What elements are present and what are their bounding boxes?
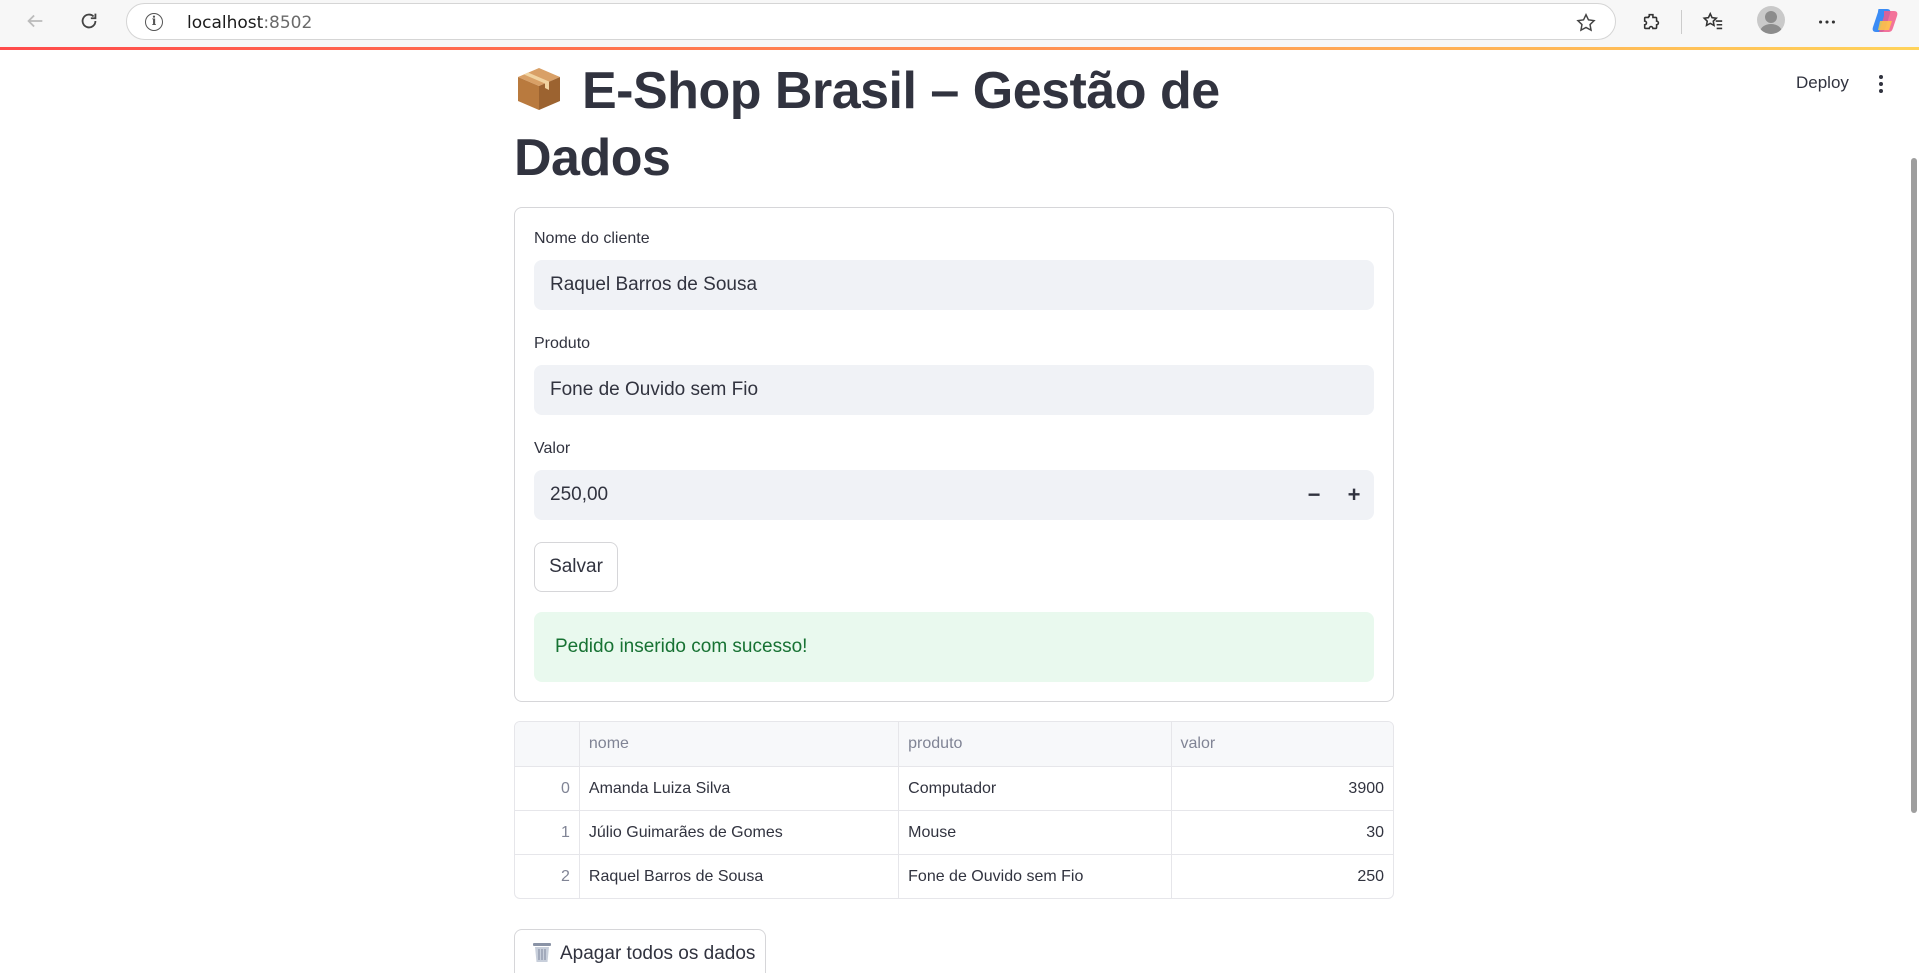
column-header-nome[interactable]: nome	[578, 722, 898, 766]
column-header-index	[515, 722, 579, 766]
back-arrow-icon[interactable]	[22, 8, 48, 34]
cell-nome[interactable]: Amanda Luiza Silva	[578, 767, 898, 810]
decrement-button[interactable]: −	[1294, 470, 1334, 520]
cell-produto[interactable]: Mouse	[898, 811, 1170, 854]
table-row: 2 Raquel Barros de Sousa Fone de Ouvido …	[515, 854, 1393, 898]
order-form: Nome do cliente Raquel Barros de Sousa P…	[514, 207, 1394, 702]
extensions-icon[interactable]	[1638, 8, 1666, 36]
column-header-valor[interactable]: valor	[1170, 722, 1393, 766]
favorites-icon[interactable]	[1699, 8, 1727, 36]
row-index: 0	[560, 780, 570, 797]
table-row: 0 Amanda Luiza Silva Computador 3900	[515, 766, 1393, 810]
row-index: 2	[560, 868, 570, 885]
toolbar-separator	[1681, 10, 1682, 34]
cell-valor[interactable]: 3900	[1170, 767, 1393, 810]
cell-produto[interactable]: Computador	[898, 767, 1170, 810]
success-alert: Pedido inserido com sucesso!	[534, 612, 1374, 682]
favorite-star-icon[interactable]	[1575, 12, 1597, 34]
page-title: E-Shop Brasil – Gestão de Dados	[514, 62, 1220, 187]
row-index: 1	[560, 824, 570, 841]
clear-all-data-button[interactable]: Apagar todos os dados	[514, 929, 766, 973]
profile-avatar-icon[interactable]	[1757, 6, 1785, 34]
value-label: Valor	[534, 440, 571, 457]
value-number-input[interactable]: 250,00 − +	[534, 470, 1374, 520]
package-icon	[514, 64, 564, 114]
table-row: 1 Júlio Guimarães de Gomes Mouse 30	[515, 810, 1393, 854]
product-input[interactable]: Fone de Ouvido sem Fio	[534, 365, 1374, 415]
app-top-decoration	[0, 47, 1919, 50]
cell-nome[interactable]: Raquel Barros de Sousa	[578, 855, 898, 898]
value-input-text: 250,00	[550, 484, 609, 505]
clear-button-label: Apagar todos os dados	[560, 943, 756, 964]
table-header-row: nome produto valor	[515, 722, 1393, 766]
address-bar[interactable]: i localhost:8502	[126, 3, 1616, 40]
cell-produto[interactable]: Fone de Ouvido sem Fio	[898, 855, 1170, 898]
cell-valor[interactable]: 250	[1170, 855, 1393, 898]
url-text: localhost:8502	[187, 13, 313, 33]
customer-name-label: Nome do cliente	[534, 230, 650, 247]
wastebasket-icon	[532, 934, 552, 962]
reload-icon[interactable]	[76, 8, 102, 34]
deploy-button[interactable]: Deploy	[1796, 73, 1849, 93]
cell-valor[interactable]: 30	[1170, 811, 1393, 854]
copilot-icon[interactable]	[1870, 5, 1900, 35]
column-header-produto[interactable]: produto	[898, 722, 1170, 766]
save-button[interactable]: Salvar	[534, 542, 618, 592]
page-scrollbar[interactable]	[1911, 158, 1917, 813]
product-label: Produto	[534, 335, 591, 352]
browser-toolbar: i localhost:8502	[0, 0, 1919, 47]
increment-button[interactable]: +	[1334, 470, 1374, 520]
more-options-icon[interactable]	[1813, 8, 1841, 36]
site-info-icon[interactable]: i	[145, 13, 163, 31]
main-menu-icon[interactable]	[1872, 72, 1890, 96]
cell-nome[interactable]: Júlio Guimarães de Gomes	[578, 811, 898, 854]
customer-name-input[interactable]: Raquel Barros de Sousa	[534, 260, 1374, 310]
orders-table[interactable]: nome produto valor 0 Amanda Luiza Silva …	[514, 721, 1394, 899]
